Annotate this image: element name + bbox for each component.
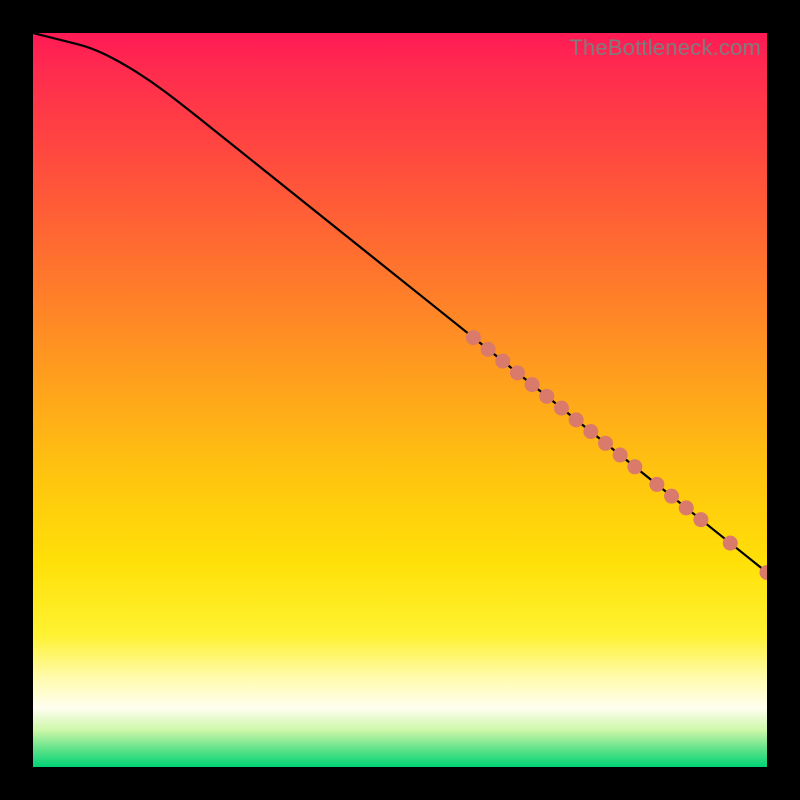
highlight-dot [613, 448, 628, 463]
highlight-dot [664, 489, 679, 504]
highlight-dot [495, 354, 510, 369]
chart-frame: TheBottleneck.com [0, 0, 800, 800]
highlight-dot [693, 512, 708, 527]
highlight-dot [466, 330, 481, 345]
highlight-dot [525, 377, 540, 392]
highlight-dot [539, 389, 554, 404]
highlight-dot [510, 365, 525, 380]
highlight-dot [679, 500, 694, 515]
highlight-dot [583, 424, 598, 439]
highlight-dot [723, 536, 738, 551]
highlight-dot [481, 342, 496, 357]
plot-area: TheBottleneck.com [33, 33, 767, 767]
chart-overlay [33, 33, 767, 767]
highlight-dot [569, 412, 584, 427]
highlight-dot [598, 436, 613, 451]
highlight-dot [627, 459, 642, 474]
highlight-dot [649, 477, 664, 492]
highlight-dot [554, 401, 569, 416]
